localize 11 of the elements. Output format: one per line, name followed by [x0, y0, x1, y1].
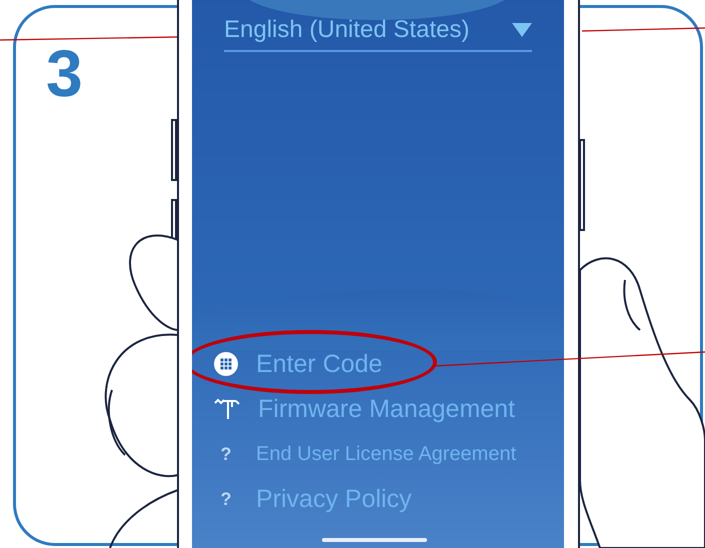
step-number: 3: [46, 36, 83, 110]
language-dropdown[interactable]: English (United States): [224, 16, 532, 52]
question-mark: ?: [220, 488, 232, 510]
menu-item[interactable]: Firmware Management: [258, 394, 516, 424]
keypad-icon: [214, 352, 238, 376]
tool-icon: [214, 397, 240, 421]
menu-item[interactable]: Enter Code: [256, 350, 382, 378]
menu-item[interactable]: Privacy Policy: [256, 484, 412, 514]
menu-item[interactable]: End User License Agreement: [256, 442, 516, 466]
caret-icon: [512, 23, 532, 37]
question-mark: ?: [220, 444, 232, 464]
